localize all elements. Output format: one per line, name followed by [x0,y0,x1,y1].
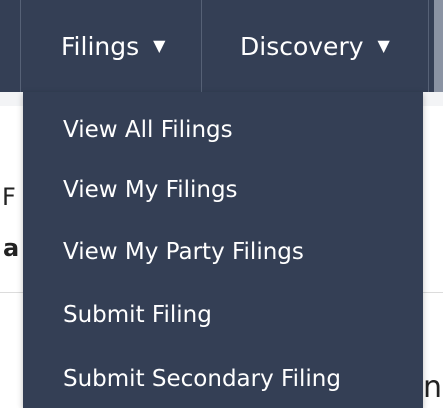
menu-item-view-my-filings[interactable]: View My Filings [63,177,238,203]
background-text-fragment: ni [423,370,443,405]
top-navbar: Filings ▼ Discovery ▼ [0,0,443,92]
nav-item-filings-label: Filings [61,31,140,61]
menu-item-submit-filing[interactable]: Submit Filing [63,302,212,328]
filings-dropdown-menu: View All Filings View My Filings View My… [23,92,423,408]
nav-item-discovery[interactable]: Discovery ▼ [240,0,390,92]
divider [423,292,443,293]
navbar-edge [434,0,443,92]
menu-item-view-my-party-filings[interactable]: View My Party Filings [63,239,304,265]
nav-item-discovery-label: Discovery [240,31,364,61]
menu-item-submit-secondary-filing[interactable]: Submit Secondary Filing [63,366,341,392]
nav-item-filings[interactable]: Filings ▼ [61,0,165,92]
background-text-fragment: a [3,234,20,262]
nav-separator [428,0,429,92]
caret-down-icon: ▼ [153,35,166,55]
divider [0,292,23,293]
background-text-fragment: F [2,183,16,211]
menu-item-view-all-filings[interactable]: View All Filings [63,117,233,143]
nav-separator [20,0,21,92]
caret-down-icon: ▼ [377,35,390,55]
nav-separator [201,0,202,92]
